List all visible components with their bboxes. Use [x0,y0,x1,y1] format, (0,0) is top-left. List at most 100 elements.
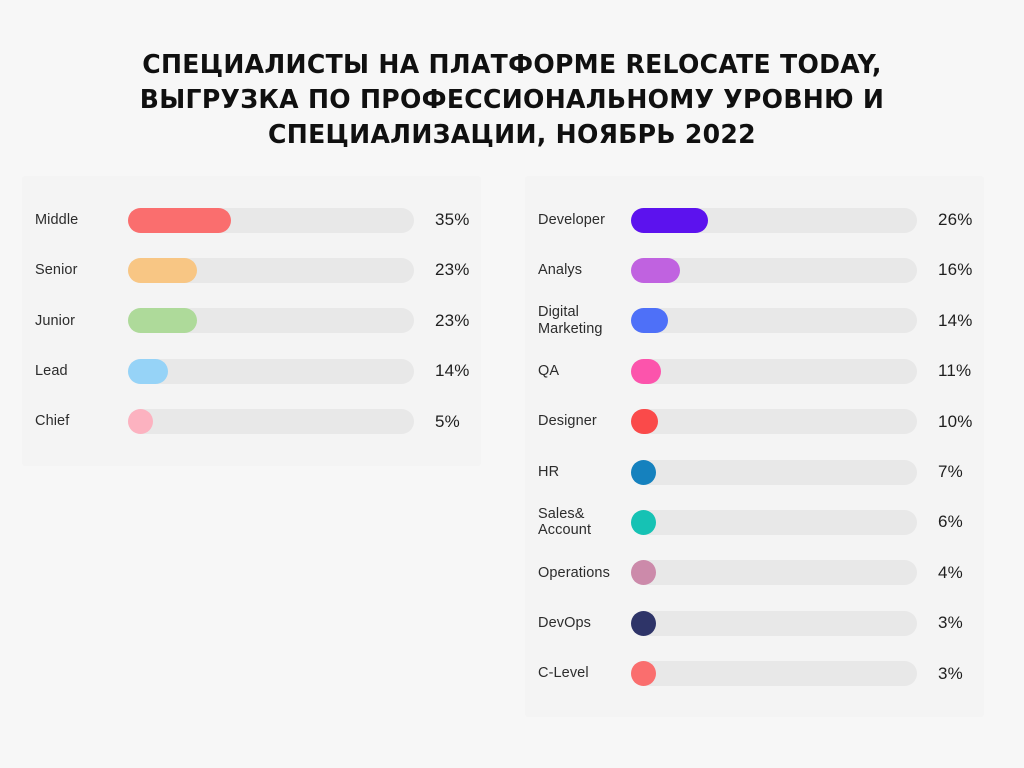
bar-fill [631,207,709,233]
bar-row: QA 11% [525,356,984,386]
bar-row-label: Operations [525,565,631,582]
bar-row-label-line1: C-Level [538,665,589,682]
bar-row-label: Digital Marketing [525,304,631,337]
bar-fill [631,459,657,485]
bar-fill [631,560,657,586]
bar-track [128,207,414,233]
bar-row-label: C-Level [525,665,631,682]
bar-row-label-line1: Operations [538,564,610,581]
bar-value-label: 4% [938,562,963,582]
bar-row-label: Junior [22,313,128,330]
bar-fill [631,610,657,636]
bar-row: Lead 14% [22,356,481,386]
bar-fill [631,308,669,334]
bar-value-label: 26% [938,210,973,229]
infographic-canvas: СПЕЦИАЛИСТЫ НА ПЛАТФОРМЕ RELOCATE TODAY,… [0,0,1024,768]
title-line-3: СПЕЦИАЛИЗАЦИИ, НОЯБРЬ 2022 [268,120,756,150]
bar-row-label: QA [525,363,631,380]
bar-value-label: 16% [938,260,973,280]
bar-row-label: Chief [22,413,128,430]
bar-fill [631,257,680,283]
bar-value-label: 11% [938,361,972,381]
bar-track [631,560,917,586]
bar-row-label-line1: Middle [35,211,79,228]
bar-row: Analys 16% [525,255,984,285]
bar-row-label-line1: Lead [35,362,68,379]
bar-fill [631,358,662,384]
bar-value-label: 14% [435,361,470,381]
bar-row-label-line1: Analys [538,262,583,279]
bar-row-label: Designer [525,413,631,430]
bar-track [631,409,917,435]
bar-row-label-line1: DevOps [538,614,591,631]
title-line-1: СПЕЦИАЛИСТЫ НА ПЛАТФОРМЕ RELOCATE TODAY, [142,50,882,80]
bar-row: Junior 23% [22,306,481,336]
bar-track [128,308,414,334]
bar-row-label-line1: Digital [538,304,579,321]
bar-fill [128,207,231,233]
bar-fill [128,257,197,283]
specialization-chart-panel: Developer 26% Analys 16% Digital Marketing 14%… [525,176,984,717]
bar-value-label: 23% [435,260,470,280]
bar-fill [631,509,657,535]
page-title: СПЕЦИАЛИСТЫ НА ПЛАТФОРМЕ RELOCATE TODAY,… [0,48,1024,153]
bar-row-label: Senior [22,262,128,279]
bar-fill [631,409,659,435]
bar-row: Senior 23% [22,255,481,285]
bar-row-label-line1: Chief [35,413,70,430]
seniority-bar-list: Middle 35% Senior 23% Junior 23% Lead 14% Chief 5… [22,176,481,466]
specialization-bar-list: Developer 26% Analys 16% Digital Marketing 14%… [525,176,984,717]
bar-value-label: 35% [435,210,470,229]
bar-row-label-line1: Developer [538,211,605,228]
bar-row-label-line1: HR [538,463,560,480]
bar-row: Chief 5% [22,407,481,437]
bar-row-label-line2: Marketing [538,320,603,337]
bar-row-label-line1: Sales& [538,505,585,522]
bar-value-label: 6% [938,512,963,532]
bar-row: Digital Marketing 14% [525,304,984,337]
bar-track [128,409,414,435]
bar-fill [128,308,197,334]
bar-track [631,207,917,233]
bar-value-label: 3% [938,663,963,683]
bar-row-label: DevOps [525,615,631,632]
bar-row-label: Sales& Account [525,506,631,539]
bar-row: Middle 35% [22,205,481,235]
bar-row-label: Analys [525,262,631,279]
bar-track [631,308,917,334]
bar-row: DevOps 3% [525,608,984,638]
bar-track [128,257,414,283]
bar-track [631,358,917,384]
seniority-chart-panel: Middle 35% Senior 23% Junior 23% Lead 14% Chief 5… [22,176,481,466]
bar-row-label: HR [525,464,631,481]
bar-row: C-Level 3% [525,659,984,689]
bar-track [631,509,917,535]
bar-row-label-line1: Designer [538,413,597,430]
bar-fill [128,358,169,384]
bar-row: HR 7% [525,457,984,487]
bar-row-label: Lead [22,363,128,380]
bar-value-label: 14% [938,310,973,330]
bar-fill [631,661,657,687]
bar-track [631,610,917,636]
bar-row-label-line1: QA [538,362,560,379]
bar-track [631,661,917,687]
bar-row-label-line2: Account [538,522,592,539]
bar-value-label: 3% [938,613,963,633]
bar-row-label-line1: Senior [35,262,78,279]
bar-fill [128,409,153,435]
bar-row: Sales& Account 6% [525,506,984,539]
bar-row-label: Developer [525,212,631,229]
bar-row-label-line1: Junior [35,312,76,329]
bar-row: Developer 26% [525,205,984,235]
bar-row: Operations 4% [525,558,984,588]
bar-row-label: Middle [22,212,128,229]
bar-value-label: 10% [938,411,973,431]
title-line-2: ВЫГРУЗКА ПО ПРОФЕССИОНАЛЬНОМУ УРОВНЮ И [139,85,885,115]
bar-track [631,257,917,283]
bar-value-label: 5% [435,411,460,431]
bar-value-label: 7% [938,462,963,481]
bar-row: Designer 10% [525,407,984,437]
bar-value-label: 23% [435,310,470,330]
bar-track [631,459,917,485]
